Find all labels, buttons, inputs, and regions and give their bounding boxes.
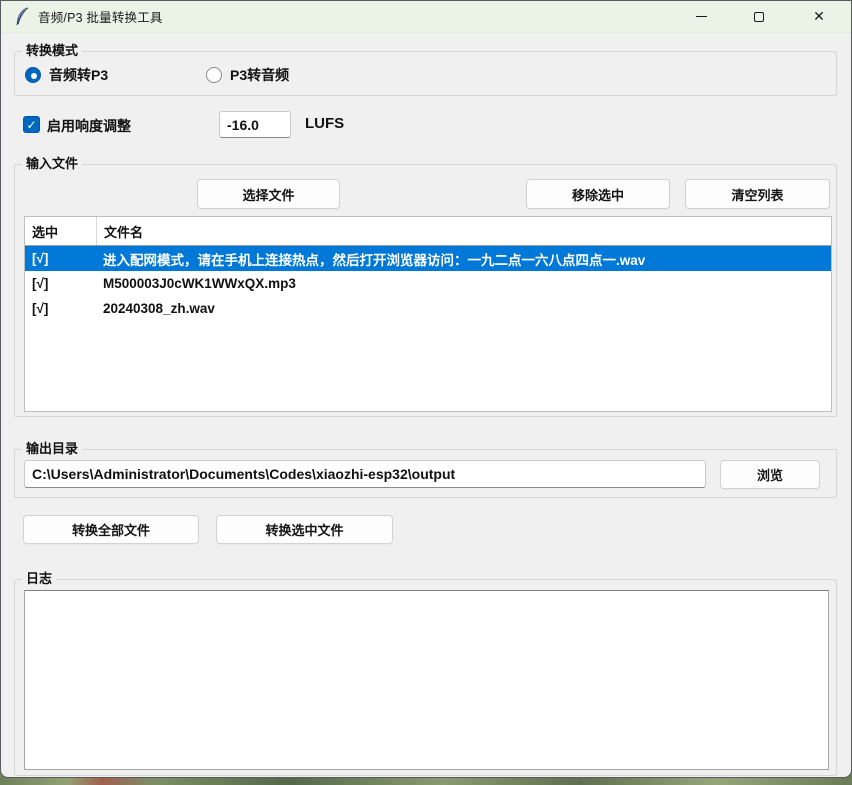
remove-selected-button[interactable]: 移除选中 (526, 179, 670, 209)
table-row[interactable]: [√] M500003J0cWK1WWxQX.mp3 (25, 271, 831, 296)
lufs-value-input[interactable] (219, 111, 291, 138)
maximize-button[interactable] (730, 1, 787, 32)
minimize-icon (696, 16, 707, 17)
log-frame-label: 日志 (22, 570, 56, 588)
mode-frame-label: 转换模式 (22, 42, 82, 60)
titlebar: 音频/P3 批量转换工具 ✕ (1, 1, 851, 33)
row-checked-cell: [√] (25, 276, 97, 291)
loudness-checkbox[interactable]: ✓ (23, 116, 40, 133)
browse-button[interactable]: 浏览 (720, 460, 820, 489)
input-files-frame-label: 输入文件 (22, 155, 82, 173)
close-button[interactable]: ✕ (787, 1, 851, 32)
window-title: 音频/P3 批量转换工具 (38, 7, 163, 26)
header-filename-column[interactable]: 文件名 (97, 217, 831, 245)
select-files-button[interactable]: 选择文件 (197, 179, 340, 209)
loudness-row: ✓ 启用响度调整 LUFS (1, 111, 852, 139)
output-path-input[interactable] (24, 460, 706, 488)
header-checked-column[interactable]: 选中 (25, 217, 97, 245)
convert-selected-button[interactable]: 转换选中文件 (216, 515, 393, 544)
clear-list-button[interactable]: 清空列表 (685, 179, 830, 209)
python-feather-icon (14, 7, 29, 26)
row-filename-cell: M500003J0cWK1WWxQX.mp3 (97, 276, 831, 291)
file-list-header: 选中 文件名 (25, 217, 831, 246)
file-list-table[interactable]: 选中 文件名 [√] 进入配网模式，请在手机上连接热点，然后打开浏览器访问：一九… (24, 216, 832, 412)
loudness-checkbox-label: 启用响度调整 (47, 116, 131, 136)
radio-p3-to-audio[interactable]: P3转音频 (206, 65, 387, 85)
log-textarea[interactable] (24, 590, 829, 770)
row-filename-cell: 进入配网模式，请在手机上连接热点，然后打开浏览器访问：一九二点一六八点四点一.w… (97, 249, 831, 269)
table-row[interactable]: [√] 进入配网模式，请在手机上连接热点，然后打开浏览器访问：一九二点一六八点四… (25, 246, 831, 271)
row-filename-cell: 20240308_zh.wav (97, 301, 831, 316)
mode-frame: 转换模式 音频转P3 P3转音频 (14, 51, 837, 96)
row-checked-cell: [√] (25, 301, 97, 316)
minimize-button[interactable] (673, 1, 730, 32)
check-icon: ✓ (26, 119, 36, 131)
lufs-unit-label: LUFS (305, 115, 344, 132)
output-dir-frame: 输出目录 浏览 (14, 449, 837, 498)
table-row[interactable]: [√] 20240308_zh.wav (25, 296, 831, 321)
radio-label: 音频转P3 (49, 65, 108, 85)
app-window: 音频/P3 批量转换工具 ✕ 转换模式 音频转P3 P3转音频 ✓ 启用响度调整… (0, 0, 852, 778)
row-checked-cell: [√] (25, 251, 97, 266)
radio-icon (206, 67, 222, 83)
radio-icon (25, 67, 41, 83)
input-files-frame: 输入文件 选择文件 移除选中 清空列表 选中 文件名 [√] 进入配网模式，请在… (14, 164, 837, 417)
convert-all-button[interactable]: 转换全部文件 (23, 515, 199, 544)
window-controls: ✕ (673, 1, 851, 32)
radio-audio-to-p3[interactable]: 音频转P3 (25, 65, 206, 85)
mode-radio-group: 音频转P3 P3转音频 (25, 65, 387, 85)
radio-label: P3转音频 (230, 65, 289, 85)
close-icon: ✕ (813, 8, 825, 25)
log-frame: 日志 (14, 579, 837, 776)
maximize-icon (754, 12, 764, 22)
output-dir-frame-label: 输出目录 (22, 440, 82, 458)
